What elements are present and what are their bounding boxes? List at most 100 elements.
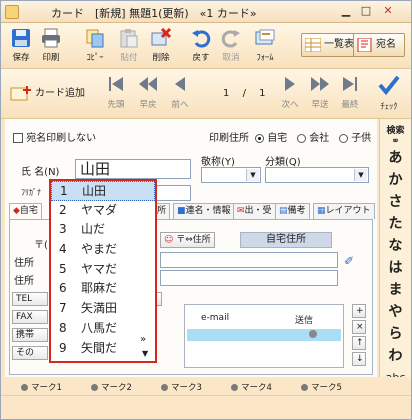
candidate-7[interactable]: 7 矢満田 [51, 299, 155, 319]
kana-ka[interactable]: か [380, 169, 411, 191]
name-input[interactable]: 山田 [75, 159, 191, 179]
delete-label: 削除 [152, 53, 170, 63]
mark-2-label: マーク2 [101, 383, 132, 393]
undo-button[interactable]: 戻す [187, 25, 215, 67]
candidate-6[interactable]: 6 耶麻だ [51, 279, 155, 299]
mark-1[interactable]: マーク1 [21, 381, 62, 393]
send-status-dot [309, 330, 317, 338]
other-button[interactable]: その [12, 346, 48, 360]
candidate-1[interactable]: 1 山田 [51, 181, 155, 201]
mark-2[interactable]: マーク2 [91, 381, 132, 393]
radio-child[interactable]: 子供 [339, 129, 371, 144]
tab-send-receive-label: 出・受 [244, 206, 272, 216]
email-remove-button[interactable]: × [352, 320, 366, 334]
list-view-button[interactable]: 一覧表 [301, 33, 359, 57]
no-print-option[interactable]: 宛名印刷しない [13, 129, 96, 144]
fast-back-button[interactable]: 早戻 [133, 75, 163, 115]
scroll-down-icon[interactable]: ▼ [142, 349, 148, 358]
address-lookup-icon[interactable]: ✐ [344, 254, 354, 268]
kana-ha[interactable]: は [380, 257, 411, 279]
candidate-4[interactable]: 4 やまだ [51, 240, 155, 260]
kana-a[interactable]: あ [380, 147, 411, 169]
tab-layout[interactable]: ▦レイアウト [313, 203, 375, 219]
tab-notes[interactable]: ▤備考 [275, 203, 310, 219]
last-label: 最終 [341, 100, 359, 110]
radio-company[interactable]: 会社 [297, 129, 329, 144]
kana-sa[interactable]: さ [380, 191, 411, 213]
add-card-button[interactable]: カード追加 [7, 81, 95, 109]
mark-4[interactable]: マーク4 [231, 381, 272, 393]
label-print-button[interactable]: 宛名 [353, 33, 405, 57]
paste-button[interactable]: 貼付 [115, 25, 143, 67]
address1-input[interactable] [160, 252, 338, 268]
kana-wa[interactable]: わ [380, 345, 411, 367]
fax-button[interactable]: FAX [12, 310, 48, 324]
mobile-button[interactable]: 携帯 [12, 328, 48, 342]
title-bar[interactable]: カード [新規] 無題1(更新) «1 カード» ▁ □ ✕ [1, 1, 411, 23]
fast-forward-label: 早送 [311, 100, 329, 110]
candidate-2-text: ヤマダ [81, 202, 118, 217]
status-bar [1, 395, 411, 419]
email-down-button[interactable]: ↓ [352, 352, 366, 366]
save-button[interactable]: 保存 [7, 25, 35, 67]
mark-3-label: マーク3 [171, 383, 202, 393]
candidate-3[interactable]: 3 山だ [51, 220, 155, 240]
mark-3-dot [161, 384, 168, 391]
candidate-1-text: 山田 [82, 184, 107, 198]
address2-input[interactable] [160, 270, 338, 286]
mark-5-dot [301, 384, 308, 391]
tab-home[interactable]: ◆自宅 [9, 203, 42, 219]
copy-icon [86, 29, 104, 48]
printer-icon [42, 28, 60, 48]
maximize-button[interactable]: □ [357, 4, 375, 19]
fast-forward-button[interactable]: 早送 [305, 75, 335, 115]
email-row[interactable] [187, 329, 341, 341]
minimize-button[interactable]: ▁ [337, 4, 355, 19]
radio-home-button[interactable] [255, 133, 264, 143]
app-icon[interactable] [5, 5, 19, 19]
mark-3[interactable]: マーク3 [161, 381, 202, 393]
candidate-2[interactable]: 2 ヤマダ [51, 201, 155, 221]
address2-label: 住所 [14, 276, 34, 287]
first-card-button[interactable]: 先頭 [101, 75, 131, 115]
email-add-button[interactable]: + [352, 304, 366, 318]
previous-button[interactable]: 前へ [165, 75, 195, 115]
kana-ta[interactable]: た [380, 213, 411, 235]
mark-5[interactable]: マーク5 [301, 381, 342, 393]
delete-button[interactable]: 削除 [147, 25, 175, 67]
no-print-checkbox[interactable] [13, 133, 23, 143]
copy-button[interactable]: ｺﾋﾟｰ [81, 25, 109, 67]
tab-send-receive[interactable]: ✉出・受 [233, 203, 276, 219]
redo-label: 取消 [222, 53, 240, 63]
category-select[interactable]: ▼ [265, 167, 369, 183]
swap-address-button[interactable]: ☺ 〒⇔住所 [160, 232, 215, 248]
tab-joint-name[interactable]: ■連名・情報 [173, 203, 235, 219]
print-button[interactable]: 印刷 [37, 25, 65, 67]
tel-button[interactable]: TEL [12, 292, 48, 306]
kana-ya[interactable]: や [380, 301, 411, 323]
mark-1-dot [21, 384, 28, 391]
email-list[interactable]: e-mail 送信 [184, 304, 344, 368]
check-button[interactable]: ﾁｪｯｸ [373, 75, 405, 115]
form-button[interactable]: ﾌｫｰﾑ [251, 25, 279, 67]
radio-company-button[interactable] [297, 133, 306, 143]
kana-ra[interactable]: ら [380, 323, 411, 345]
redo-button[interactable]: 取消 [217, 25, 245, 67]
expand-candidates-button[interactable]: » [140, 334, 146, 345]
radio-child-button[interactable] [339, 133, 348, 143]
next-label: 次へ [281, 100, 299, 110]
kana-na[interactable]: な [380, 235, 411, 257]
tab-joint-name-label: 連名・情報 [185, 206, 231, 216]
list-view-label: 一覧表 [324, 39, 354, 50]
last-card-button[interactable]: 最終 [335, 75, 365, 115]
ime-candidate-list[interactable]: 1 山田 2 ヤマダ 3 山だ 4 やまだ 5 ヤマだ 6 耶麻だ 7 矢満田 8 八馬だ 9矢… [49, 179, 157, 363]
next-button[interactable]: 次へ [275, 75, 305, 115]
honorific-select[interactable]: ▼ [201, 167, 261, 183]
close-button[interactable]: ✕ [379, 4, 397, 19]
candidate-6-text: 耶麻だ [81, 281, 118, 296]
candidate-5-text: ヤマだ [81, 261, 118, 276]
email-up-button[interactable]: ↑ [352, 336, 366, 350]
candidate-5[interactable]: 5 ヤマだ [51, 260, 155, 280]
kana-ma[interactable]: ま [380, 279, 411, 301]
radio-home[interactable]: 自宅 [255, 129, 287, 144]
